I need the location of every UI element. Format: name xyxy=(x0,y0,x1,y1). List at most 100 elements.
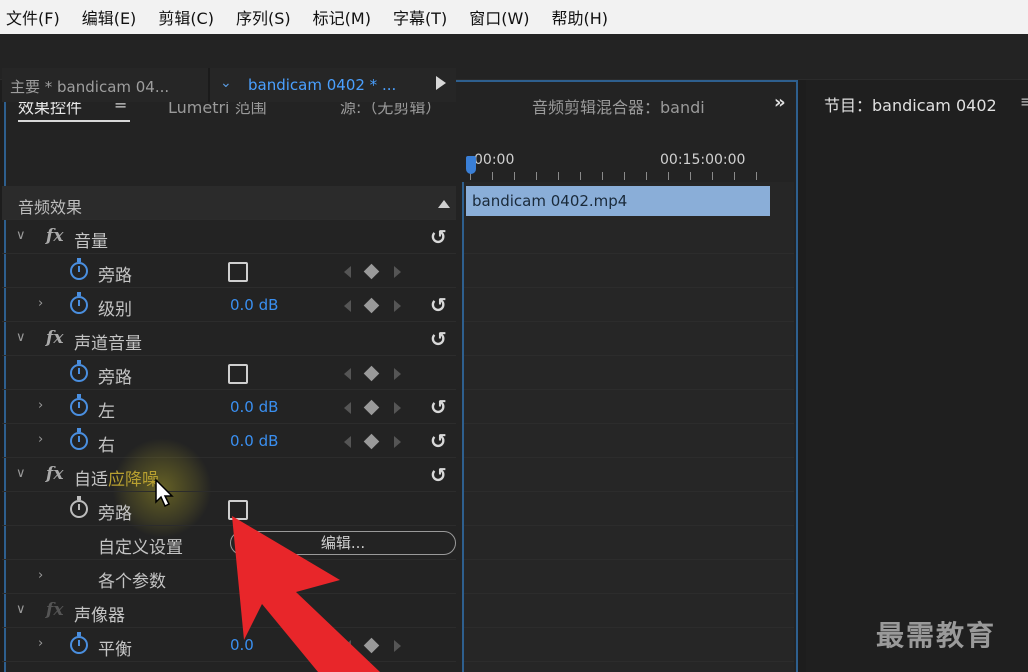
effect-volume-row: ∨ fx 音量 ↺ xyxy=(2,220,456,254)
section-title: 音频效果 xyxy=(18,198,83,217)
next-keyframe-icon[interactable] xyxy=(394,368,401,380)
param-balance-row: › 平衡 0.0 xyxy=(2,628,456,662)
chevron-down-icon[interactable]: ⌄ xyxy=(220,75,232,91)
effect-name: 声像器 xyxy=(74,606,125,626)
reset-icon[interactable]: ↺ xyxy=(430,225,447,249)
prev-keyframe-icon[interactable] xyxy=(344,640,351,652)
chevron-down-icon[interactable]: ∨ xyxy=(16,228,26,243)
fx-icon[interactable]: fx xyxy=(46,328,63,348)
param-label: 级别 xyxy=(98,300,132,320)
chevron-down-icon[interactable]: ∨ xyxy=(16,330,26,345)
menu-markers[interactable]: 标记(M) xyxy=(313,5,371,29)
effect-name-part2: 应降噪 xyxy=(108,470,159,490)
param-label: 右 xyxy=(98,436,115,456)
balance-value[interactable]: 0.0 xyxy=(230,636,254,654)
menu-window[interactable]: 窗口(W) xyxy=(469,5,529,29)
bypass-checkbox[interactable] xyxy=(228,500,248,520)
param-right-row: › 右 0.0 dB ↺ xyxy=(2,424,456,458)
stopwatch-icon[interactable] xyxy=(70,258,88,280)
stopwatch-icon[interactable] xyxy=(70,428,88,450)
param-label: 各个参数 xyxy=(98,572,166,592)
chevron-right-icon[interactable]: › xyxy=(38,398,43,413)
menu-titles[interactable]: 字幕(T) xyxy=(393,5,447,29)
effect-name: 声道音量 xyxy=(74,334,142,354)
keyframe-nav xyxy=(344,365,408,382)
stopwatch-icon[interactable] xyxy=(70,632,88,654)
chevron-right-icon[interactable]: › xyxy=(38,296,43,311)
tabs-overflow-icon[interactable]: » xyxy=(774,92,786,113)
bypass-checkbox[interactable] xyxy=(228,364,248,384)
time-ruler[interactable]: 00:00 00:15:00:00 xyxy=(462,148,794,182)
program-title[interactable]: 节目：bandicam 0402 xyxy=(824,92,997,116)
add-keyframe-icon[interactable] xyxy=(363,263,380,280)
next-keyframe-icon[interactable] xyxy=(394,300,401,312)
left-value[interactable]: 0.0 dB xyxy=(230,398,278,416)
level-value[interactable]: 0.0 dB xyxy=(230,296,278,314)
param-label: 旁路 xyxy=(98,368,132,388)
master-clip-selector[interactable]: 主要 * bandicam 04... xyxy=(10,76,169,97)
prev-keyframe-icon[interactable] xyxy=(344,368,351,380)
next-keyframe-icon[interactable] xyxy=(394,266,401,278)
keyframe-nav xyxy=(344,637,408,654)
reset-icon[interactable]: ↺ xyxy=(430,395,447,419)
time-start-label: 00:00 xyxy=(474,152,515,168)
effect-adaptive-noise-row: ∨ fx 自适应降噪 ↺ xyxy=(2,458,456,492)
edit-button[interactable]: 编辑... xyxy=(230,531,456,555)
play-icon[interactable] xyxy=(436,76,446,90)
fx-icon[interactable]: fx xyxy=(46,600,63,620)
playhead-icon[interactable] xyxy=(466,156,476,174)
chevron-right-icon[interactable]: › xyxy=(38,636,43,651)
add-keyframe-icon[interactable] xyxy=(363,297,380,314)
collapse-up-icon[interactable] xyxy=(438,200,450,208)
add-keyframe-icon[interactable] xyxy=(363,637,380,654)
add-keyframe-icon[interactable] xyxy=(363,433,380,450)
param-custom-setup-row: 自定义设置 编辑... xyxy=(2,526,456,560)
menu-file[interactable]: 文件(F) xyxy=(6,5,60,29)
bypass-checkbox[interactable] xyxy=(228,262,248,282)
right-value[interactable]: 0.0 dB xyxy=(230,432,278,450)
tab-audio-clip-mixer[interactable]: 音频剪辑混合器：bandi xyxy=(532,94,705,118)
audio-effects-header: 音频效果 xyxy=(2,186,456,220)
stopwatch-icon[interactable] xyxy=(70,292,88,314)
stopwatch-icon[interactable] xyxy=(70,360,88,382)
chevron-down-icon[interactable]: ∨ xyxy=(16,602,26,617)
menu-clip[interactable]: 剪辑(C) xyxy=(158,5,214,29)
menu-help[interactable]: 帮助(H) xyxy=(552,5,609,29)
stopwatch-icon[interactable] xyxy=(70,394,88,416)
reset-icon[interactable]: ↺ xyxy=(430,293,447,317)
keyframe-nav xyxy=(344,297,408,314)
param-level-row: › 级别 0.0 dB ↺ xyxy=(2,288,456,322)
effect-channel-volume-row: ∨ fx 声道音量 ↺ xyxy=(2,322,456,356)
add-keyframe-icon[interactable] xyxy=(363,365,380,382)
fx-icon[interactable]: fx xyxy=(46,226,63,246)
timeline-clip[interactable]: bandicam 0402.mp4 xyxy=(466,186,770,216)
sequence-clip-selector[interactable]: bandicam 0402 * ... xyxy=(248,76,396,94)
menu-sequence[interactable]: 序列(S) xyxy=(236,5,291,29)
add-keyframe-icon[interactable] xyxy=(363,399,380,416)
clip-header-divider xyxy=(208,68,210,102)
ruler-ticks xyxy=(470,172,770,180)
reset-icon[interactable]: ↺ xyxy=(430,463,447,487)
reset-icon[interactable]: ↺ xyxy=(430,327,447,351)
prev-keyframe-icon[interactable] xyxy=(344,300,351,312)
mouse-cursor-icon xyxy=(155,478,174,508)
stopwatch-icon[interactable] xyxy=(70,496,88,518)
fx-icon[interactable]: fx xyxy=(46,464,63,484)
active-tab-indicator xyxy=(18,120,130,122)
next-keyframe-icon[interactable] xyxy=(394,640,401,652)
param-bypass-row: 旁路 xyxy=(2,492,456,526)
param-left-row: › 左 0.0 dB ↺ xyxy=(2,390,456,424)
timeline-rows xyxy=(464,220,794,670)
menu-edit[interactable]: 编辑(E) xyxy=(82,5,137,29)
prev-keyframe-icon[interactable] xyxy=(344,402,351,414)
prev-keyframe-icon[interactable] xyxy=(344,436,351,448)
reset-icon[interactable]: ↺ xyxy=(430,429,447,453)
chevron-right-icon[interactable]: › xyxy=(38,432,43,447)
prev-keyframe-icon[interactable] xyxy=(344,266,351,278)
chevron-right-icon[interactable]: › xyxy=(38,568,43,583)
next-keyframe-icon[interactable] xyxy=(394,436,401,448)
keyframe-nav xyxy=(344,433,408,450)
chevron-down-icon[interactable]: ∨ xyxy=(16,466,26,481)
next-keyframe-icon[interactable] xyxy=(394,402,401,414)
panel-menu-icon[interactable]: ≡ xyxy=(1020,92,1028,111)
